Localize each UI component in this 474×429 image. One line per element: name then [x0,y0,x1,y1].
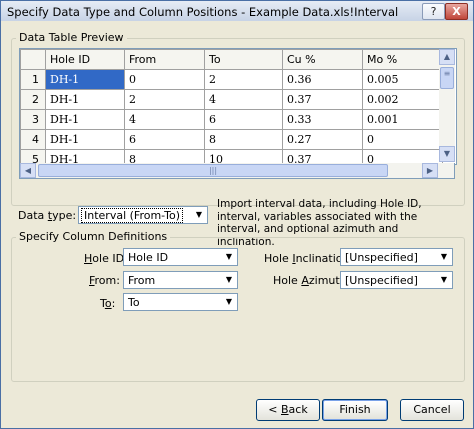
table-cell[interactable]: 0.002 [362,89,443,110]
back-button[interactable]: < Back [256,399,320,421]
column-header[interactable]: From [124,49,205,70]
table-row: 4 DH-1 6 8 0.27 0 [20,129,443,150]
table-cell[interactable]: 4 [124,109,205,130]
column-header[interactable]: Cu % [282,49,363,70]
chevron-down-icon[interactable]: ▼ [437,273,451,287]
scroll-up-icon[interactable]: ▲ [439,49,455,65]
help-icon: ? [430,5,437,18]
from-value: From [128,274,156,287]
finish-button[interactable]: Finish [322,399,388,421]
chevron-down-icon[interactable]: ▼ [437,250,451,264]
table-cell[interactable]: 2 [124,89,205,110]
table-cell[interactable]: 6 [204,109,283,130]
hole-azimuth-select[interactable]: [Unspecified] ▼ [340,271,453,289]
column-definitions-legend: Specify Column Definitions [16,230,171,243]
horizontal-scroll-thumb[interactable]: ||| [38,164,388,177]
table-cell[interactable]: 0.33 [282,109,363,130]
dialog-window: Specify Data Type and Column Positions -… [0,0,474,429]
table-cell[interactable]: DH-1 [45,69,125,90]
header-row: Hole ID From To Cu % Mo % [20,49,443,70]
table-cell[interactable]: 0 [362,129,443,150]
hole-id-label: Hole ID: [84,252,128,265]
from-label: From: [89,274,120,287]
table-cell[interactable]: DH-1 [45,129,125,150]
column-header[interactable]: Hole ID [45,49,125,70]
table-cell[interactable]: 0.005 [362,69,443,90]
table-cell[interactable]: 2 [204,69,283,90]
row-header[interactable]: 4 [20,129,46,150]
chevron-down-icon[interactable]: ▼ [192,208,206,222]
row-header[interactable]: 1 [20,69,46,90]
close-button[interactable]: X [445,3,468,20]
table-cell[interactable]: 0.27 [282,129,363,150]
from-select[interactable]: From ▼ [123,271,238,289]
table-row: 3 DH-1 4 6 0.33 0.001 [20,109,443,130]
table-row: 1 DH-1 0 2 0.36 0.005 [20,69,443,90]
table-cell[interactable]: 4 [204,89,283,110]
column-header[interactable]: To [204,49,283,70]
table-cell[interactable]: 8 [204,129,283,150]
table-cell[interactable]: 6 [124,129,205,150]
scroll-right-icon[interactable]: ▶ [422,163,438,178]
to-label: To: [100,297,116,310]
hole-inclination-value: [Unspecified] [345,251,418,264]
data-type-label: Data type: [18,209,77,222]
to-select[interactable]: To ▼ [123,293,238,311]
hole-azimuth-label: Hole Azimuth: [273,274,351,287]
data-type-value: Interval (From-To) [81,208,183,223]
hole-id-select[interactable]: Hole ID ▼ [123,248,238,266]
vertical-scrollbar[interactable]: ▲ ≡ ▼ [439,49,455,162]
close-icon: X [452,5,461,18]
preview-legend: Data Table Preview [16,31,127,44]
table-cell[interactable]: DH-1 [45,109,125,130]
preview-grid[interactable]: Hole ID From To Cu % Mo % 1 DH-1 0 2 0.3… [19,48,457,165]
table-row: 2 DH-1 2 4 0.37 0.002 [20,89,443,110]
to-value: To [128,296,140,309]
corner-cell[interactable] [20,49,46,70]
window-title: Specify Data Type and Column Positions -… [7,5,399,19]
row-header[interactable]: 3 [20,109,46,130]
hole-id-value: Hole ID [128,251,169,264]
scroll-down-icon[interactable]: ▼ [439,146,455,162]
data-type-select[interactable]: Interval (From-To) ▼ [78,206,208,224]
preview-table: Hole ID From To Cu % Mo % 1 DH-1 0 2 0.3… [20,49,443,164]
hole-azimuth-value: [Unspecified] [345,274,418,287]
horizontal-scrollbar[interactable]: ◀ ||| ▶ [19,163,455,179]
scroll-left-icon[interactable]: ◀ [20,163,36,178]
table-cell[interactable]: DH-1 [45,89,125,110]
cancel-button[interactable]: Cancel [400,399,464,421]
table-cell[interactable]: 0 [124,69,205,90]
help-button[interactable]: ? [422,3,445,20]
dialog-client: Data Table Preview Hole ID From To Cu % … [2,22,472,427]
row-header[interactable]: 2 [20,89,46,110]
vertical-scroll-thumb[interactable]: ≡ [440,67,454,89]
table-cell[interactable]: 0.36 [282,69,363,90]
chevron-down-icon[interactable]: ▼ [222,250,236,264]
chevron-down-icon[interactable]: ▼ [222,273,236,287]
title-bar[interactable]: Specify Data Type and Column Positions -… [1,1,473,21]
hole-inclination-select[interactable]: [Unspecified] ▼ [340,248,453,266]
table-cell[interactable]: 0.001 [362,109,443,130]
table-cell[interactable]: 0.37 [282,89,363,110]
chevron-down-icon[interactable]: ▼ [222,295,236,309]
column-header[interactable]: Mo % [362,49,443,70]
